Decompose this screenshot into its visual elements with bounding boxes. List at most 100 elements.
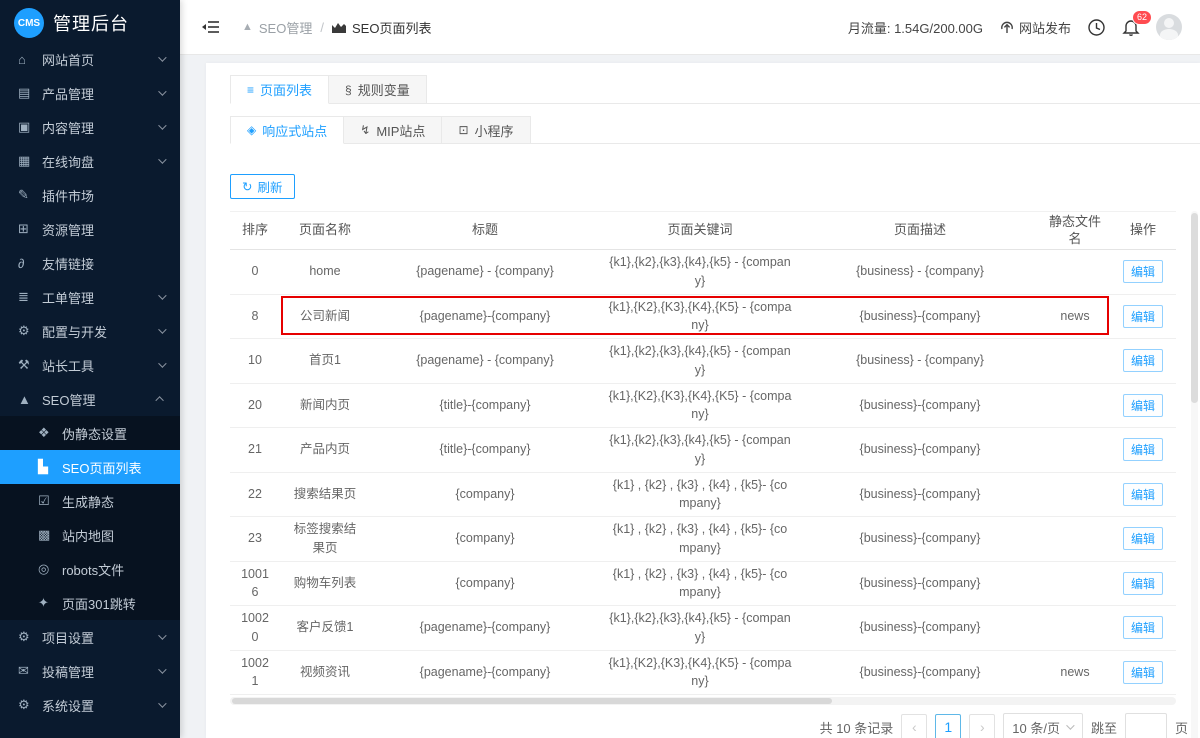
col-actions: 操作	[1110, 212, 1176, 250]
resource-grid-icon: ⊞	[18, 221, 42, 237]
table-header-row: 排序 页面名称 标题 页面关键词 页面描述 静态文件名 操作	[230, 212, 1176, 250]
subtab-mini-program[interactable]: ⊡ 小程序	[442, 116, 530, 144]
edit-button[interactable]: 编辑	[1123, 394, 1163, 417]
chevron-down-icon	[158, 325, 166, 333]
sidebar-item-work-orders[interactable]: ≣ 工单管理	[0, 280, 180, 314]
record-count: 共 10 条记录	[820, 718, 894, 737]
sidebar-item-config-dev[interactable]: ⚙ 配置与开发	[0, 314, 180, 348]
tab-page-list[interactable]: ≡ 页面列表	[230, 75, 329, 104]
table-row: 10021 视频资讯 {pagename}-{company} {k1},{K2…	[230, 650, 1176, 695]
chevron-down-icon	[158, 53, 166, 61]
product-list-icon: ▤	[18, 85, 42, 101]
gear-icon: ⚙	[18, 323, 42, 339]
sidebar-item-seo-page-list[interactable]: ▙ SEO页面列表	[0, 450, 180, 484]
subtab-responsive-site[interactable]: ◈ 响应式站点	[230, 116, 344, 144]
content-card: ≡ 页面列表 § 规则变量 ◈ 响应式站点 ↯	[206, 63, 1200, 738]
next-page-button[interactable]: ›	[969, 714, 995, 738]
history-button[interactable]	[1087, 18, 1106, 37]
sidebar-item-inquiry[interactable]: ▦ 在线询盘	[0, 144, 180, 178]
edit-button[interactable]: 编辑	[1123, 438, 1163, 461]
inquiry-grid-icon: ▦	[18, 153, 42, 169]
edit-button[interactable]: 编辑	[1123, 305, 1163, 328]
sidebar-item-project-settings[interactable]: ⚙ 项目设置	[0, 620, 180, 654]
avatar[interactable]	[1156, 14, 1182, 40]
notification-badge: 62	[1132, 10, 1152, 25]
sidebar-item-friend-links[interactable]: ∂ 友情链接	[0, 246, 180, 280]
edit-button[interactable]: 编辑	[1123, 260, 1163, 283]
chevron-down-icon	[158, 359, 166, 367]
col-static-file: 静态文件名	[1040, 212, 1110, 250]
sidebar-item-robots-file[interactable]: ◎ robots文件	[0, 552, 180, 586]
col-title: 标题	[370, 212, 600, 250]
sidebar-item-products[interactable]: ▤ 产品管理	[0, 76, 180, 110]
chevron-down-icon	[158, 631, 166, 639]
horizontal-scrollbar[interactable]	[230, 697, 1176, 705]
site-type-tabs: ◈ 响应式站点 ↯ MIP站点 ⊡ 小程序	[230, 116, 1200, 144]
diamond-icon: ❖	[38, 425, 62, 441]
chart-icon	[332, 22, 346, 33]
table-row: 23 标签搜索结果页 {company} {k1} , {k2} , {k3} …	[230, 517, 1176, 562]
publish-label: 网站发布	[1019, 18, 1071, 37]
home-icon: ⌂	[18, 52, 42, 67]
responsive-icon: ◈	[247, 123, 256, 137]
jump-page-input[interactable]	[1125, 713, 1167, 738]
collapse-sidebar-icon[interactable]	[202, 20, 220, 34]
sidebar-item-site-map[interactable]: ▩ 站内地图	[0, 518, 180, 552]
breadcrumb-current: SEO页面列表	[352, 18, 431, 37]
current-page-button[interactable]: 1	[935, 714, 961, 738]
sidebar-item-resources[interactable]: ⊞ 资源管理	[0, 212, 180, 246]
edit-button[interactable]: 编辑	[1123, 483, 1163, 506]
edit-button[interactable]: 编辑	[1123, 616, 1163, 639]
robots-icon: ◎	[38, 561, 62, 577]
edit-button[interactable]: 编辑	[1123, 572, 1163, 595]
table-row: 10 首页1 {pagename} - {company} {k1},{k2},…	[230, 339, 1176, 384]
history-clock-icon	[1087, 18, 1106, 37]
sidebar-item-page-301[interactable]: ✦ 页面301跳转	[0, 586, 180, 620]
subtab-mip-site[interactable]: ↯ MIP站点	[344, 116, 442, 144]
sidebar-item-pseudo-static[interactable]: ❖ 伪静态设置	[0, 416, 180, 450]
sidebar: CMS 管理后台 ⌂ 网站首页 ▤ 产品管理 ▣ 内容管理 ▦ 在线询盘	[0, 0, 180, 738]
refresh-icon: ↻	[242, 179, 252, 194]
sidebar-item-submission[interactable]: ✉ 投稿管理	[0, 654, 180, 688]
table-row: 10020 客户反馈1 {pagename}-{company} {k1},{k…	[230, 606, 1176, 651]
sidebar-item-content[interactable]: ▣ 内容管理	[0, 110, 180, 144]
chart-icon: ▙	[38, 459, 62, 475]
sidebar-item-seo[interactable]: ▲ SEO管理	[0, 382, 180, 416]
edit-button[interactable]: 编辑	[1123, 527, 1163, 550]
col-page-name: 页面名称	[280, 212, 370, 250]
notification-button[interactable]: 62	[1122, 17, 1140, 37]
sidebar-item-generate-static[interactable]: ☑ 生成静态	[0, 484, 180, 518]
sidebar-item-home[interactable]: ⌂ 网站首页	[0, 42, 180, 76]
breadcrumb-separator: /	[320, 20, 324, 35]
chevron-down-icon	[158, 699, 166, 707]
tag-icon: ✦	[38, 595, 62, 611]
col-description: 页面描述	[800, 212, 1040, 250]
app-title: 管理后台	[53, 10, 129, 36]
prev-page-button[interactable]: ‹	[901, 714, 927, 738]
seo-page-table: 排序 页面名称 标题 页面关键词 页面描述 静态文件名 操作 0	[230, 211, 1176, 705]
refresh-button[interactable]: ↻ 刷新	[230, 174, 295, 199]
table-row: 22 搜索结果页 {company} {k1} , {k2} , {k3} , …	[230, 472, 1176, 517]
mini-program-icon: ⊡	[458, 123, 468, 137]
gears-icon: ⚒	[18, 357, 42, 373]
col-keywords: 页面关键词	[600, 212, 800, 250]
sidebar-item-webmaster-tools[interactable]: ⚒ 站长工具	[0, 348, 180, 382]
scrollbar-thumb[interactable]	[232, 698, 832, 704]
chevron-down-icon	[158, 121, 166, 129]
tab-rule-variables[interactable]: § 规则变量	[329, 75, 427, 104]
edit-button[interactable]: 编辑	[1123, 661, 1163, 684]
jump-label: 跳至	[1091, 718, 1117, 737]
pin-icon: ✎	[18, 187, 42, 203]
publish-site-button[interactable]: 网站发布	[999, 18, 1071, 37]
chevron-down-icon	[158, 155, 166, 163]
sidebar-menu: ⌂ 网站首页 ▤ 产品管理 ▣ 内容管理 ▦ 在线询盘 ✎ 插件市场	[0, 42, 180, 722]
breadcrumb-parent[interactable]: SEO管理	[259, 18, 312, 37]
table-row: 0 home {pagename} - {company} {k1},{k2},…	[230, 250, 1176, 295]
table-row: 21 产品内页 {title}-{company} {k1},{k2},{k3}…	[230, 428, 1176, 473]
per-page-select[interactable]: 10 条/页	[1003, 713, 1083, 738]
sidebar-item-plugin-market[interactable]: ✎ 插件市场	[0, 178, 180, 212]
sidebar-item-system-settings[interactable]: ⚙ 系统设置	[0, 688, 180, 722]
vertical-scrollbar[interactable]	[1191, 211, 1198, 738]
edit-button[interactable]: 编辑	[1123, 349, 1163, 372]
scrollbar-thumb[interactable]	[1191, 213, 1198, 403]
